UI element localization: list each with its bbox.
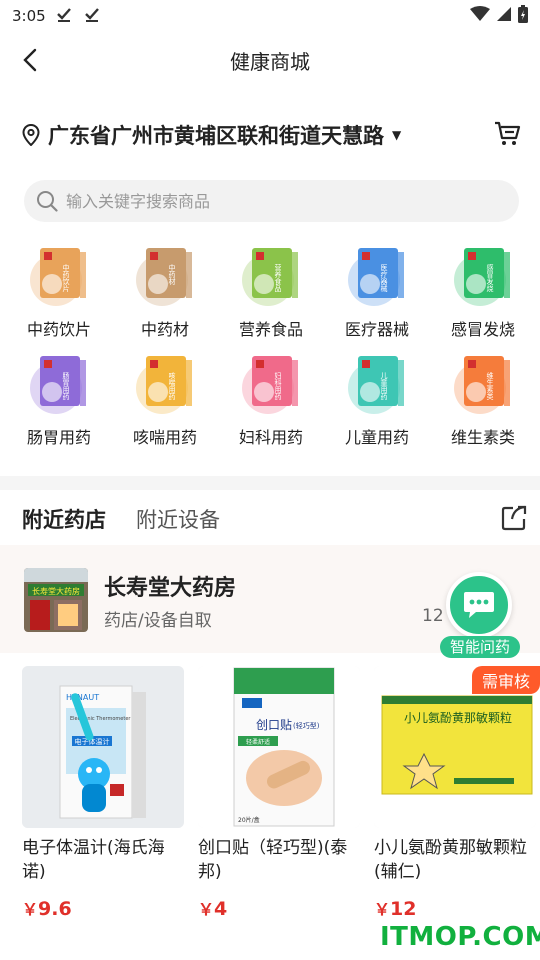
product-name: 创口贴（轻巧型)(泰邦) bbox=[198, 838, 348, 882]
category-label: 营养食品 bbox=[238, 320, 303, 339]
box-label: 中药饮片 bbox=[62, 263, 70, 293]
nearby-tabs: 附近药店 附近设备 bbox=[22, 504, 220, 536]
product-image: 创口贴 (轻巧型) 轻柔舒适 20片/盒 bbox=[198, 666, 360, 828]
medicine-box-icon: 营养食品 bbox=[240, 244, 302, 308]
medicine-box-icon: 妇科用药 bbox=[240, 352, 302, 416]
location-pin-icon bbox=[22, 124, 40, 146]
product-price: ￥9.6 bbox=[22, 898, 72, 920]
product-price: ￥4 bbox=[198, 898, 228, 920]
category-label: 妇科用药 bbox=[238, 428, 303, 447]
category-label: 医疗器械 bbox=[344, 320, 409, 339]
chat-bubble-icon bbox=[446, 572, 512, 638]
product-price: ￥12 bbox=[374, 898, 417, 920]
battery-icon bbox=[518, 5, 528, 27]
review-required-badge: 需审核 bbox=[471, 666, 540, 694]
category-grid: 中药饮片 中药饮片 中药材 中药材 营养食品 营养食品 医疗器械 医疗器械 感冒发烧 感冒发烧 肠胃… bbox=[6, 244, 536, 452]
search-input[interactable] bbox=[66, 191, 466, 211]
box-label: 营养食品 bbox=[274, 263, 282, 293]
nav-bar: 健康商城 bbox=[0, 32, 540, 88]
tab-nearby-pharmacy[interactable]: 附近药店 bbox=[22, 504, 106, 536]
product-image: HYNAUT Electronic Thermometer 电子体温计 bbox=[22, 666, 184, 828]
watermark: ITMOP.COM bbox=[380, 922, 540, 952]
ai-assistant-label: 智能问药 bbox=[440, 636, 520, 658]
status-bar: 3:05 bbox=[0, 0, 540, 32]
store-subtitle: 药店/设备自取 bbox=[104, 611, 212, 631]
product-name: 电子体温计(海氏海诺) bbox=[22, 838, 165, 882]
signal-icon bbox=[496, 6, 512, 26]
category-item[interactable]: 中药材 中药材 bbox=[112, 244, 218, 344]
category-item[interactable]: 儿童用药 儿童用药 bbox=[324, 352, 430, 452]
category-item[interactable]: 肠胃用药 肠胃用药 bbox=[6, 352, 112, 452]
category-label: 肠胃用药 bbox=[26, 428, 91, 447]
cart-button[interactable] bbox=[492, 118, 522, 148]
category-label: 咳喘用药 bbox=[132, 428, 197, 447]
medicine-box-icon: 中药材 bbox=[134, 244, 196, 308]
category-label: 中药材 bbox=[140, 320, 189, 339]
category-item[interactable]: 维生素类 维生素类 bbox=[430, 352, 536, 452]
store-sign-text: 长寿堂大药房 bbox=[32, 586, 80, 596]
category-label: 儿童用药 bbox=[344, 428, 409, 447]
medicine-box-icon: 肠胃用药 bbox=[28, 352, 90, 416]
category-item[interactable]: 感冒发烧 感冒发烧 bbox=[430, 244, 536, 344]
tab-nearby-devices[interactable]: 附近设备 bbox=[136, 504, 220, 534]
product-list: HYNAUT Electronic Thermometer 电子体温计 电子体温… bbox=[22, 666, 540, 920]
box-label: 肠胃用药 bbox=[62, 371, 70, 401]
box-label: 感冒发烧 bbox=[486, 263, 494, 293]
download-check-icon-2 bbox=[84, 6, 100, 26]
product-card-thermometer[interactable]: HYNAUT Electronic Thermometer 电子体温计 电子体温… bbox=[22, 666, 184, 920]
wifi-icon bbox=[470, 6, 490, 26]
category-item[interactable]: 医疗器械 医疗器械 bbox=[324, 244, 430, 344]
chevron-left-icon bbox=[23, 48, 37, 72]
category-label: 维生素类 bbox=[450, 428, 515, 447]
box-label: 中药材 bbox=[168, 263, 176, 285]
box-label: 维生素类 bbox=[486, 371, 494, 401]
page-title: 健康商城 bbox=[230, 49, 310, 74]
product-card-bandage[interactable]: 创口贴 (轻巧型) 轻柔舒适 20片/盒 创口贴（轻巧型)(泰邦) ￥4 bbox=[198, 666, 360, 920]
location-selector[interactable]: 广东省广州市黄埔区联和街道天慧路 ▼ bbox=[22, 120, 401, 150]
pack-brand: HYNAUT bbox=[66, 693, 99, 702]
page: 3:05 健康商城 广东省广州市黄埔区联和街道天慧路 ▼ 输入关键字搜索商品 中… bbox=[0, 0, 540, 960]
share-icon bbox=[501, 505, 527, 531]
status-icons bbox=[470, 5, 528, 27]
cart-icon bbox=[495, 121, 521, 145]
category-item[interactable]: 妇科用药 妇科用药 bbox=[218, 352, 324, 452]
category-label: 中药饮片 bbox=[26, 320, 91, 339]
box-label: 儿童用药 bbox=[380, 372, 388, 401]
category-item[interactable]: 咳喘用药 咳喘用药 bbox=[112, 352, 218, 452]
pack-text: 创口贴 bbox=[256, 718, 292, 732]
pack-tag: 轻柔舒适 bbox=[246, 738, 270, 746]
store-thumbnail[interactable]: 长寿堂大药房 bbox=[24, 568, 88, 632]
product-card-granules[interactable]: 小儿氨酚黄那敏颗粒 需审核 小儿氨酚黄那敏颗粒(辅仁) ￥12 bbox=[374, 666, 540, 920]
ai-assistant-button[interactable]: 智能问药 bbox=[440, 572, 520, 658]
medicine-box-icon: 咳喘用药 bbox=[134, 352, 196, 416]
box-label: 咳喘用药 bbox=[168, 371, 176, 401]
pack-sub: (轻巧型) bbox=[293, 721, 320, 730]
category-label: 感冒发烧 bbox=[450, 320, 515, 339]
search-icon bbox=[37, 191, 58, 212]
category-item[interactable]: 营养食品 营养食品 bbox=[218, 244, 324, 344]
back-button[interactable] bbox=[14, 44, 46, 76]
medicine-box-icon: 中药饮片 bbox=[28, 244, 90, 308]
location-address: 广东省广州市黄埔区联和街道天慧路 bbox=[48, 124, 384, 148]
search-bar[interactable] bbox=[24, 180, 519, 222]
store-name[interactable]: 长寿堂大药房 bbox=[104, 570, 236, 602]
category-item[interactable]: 中药饮片 中药饮片 bbox=[6, 244, 112, 344]
medicine-box-icon: 医疗器械 bbox=[346, 244, 408, 308]
status-time: 3:05 bbox=[12, 7, 46, 25]
pack-text: 小儿氨酚黄那敏颗粒 bbox=[404, 710, 512, 725]
box-label: 医疗器械 bbox=[380, 264, 388, 293]
pack-count: 20片/盒 bbox=[238, 816, 260, 824]
box-label: 妇科用药 bbox=[274, 371, 282, 401]
caret-down-icon: ▼ bbox=[392, 128, 402, 142]
product-name: 小儿氨酚黄那敏颗粒(辅仁) bbox=[374, 838, 527, 882]
download-check-icon bbox=[56, 6, 72, 26]
medicine-box-icon: 儿童用药 bbox=[346, 352, 408, 416]
medicine-box-icon: 感冒发烧 bbox=[452, 244, 514, 308]
share-button[interactable] bbox=[500, 504, 528, 532]
medicine-box-icon: 维生素类 bbox=[452, 352, 514, 416]
